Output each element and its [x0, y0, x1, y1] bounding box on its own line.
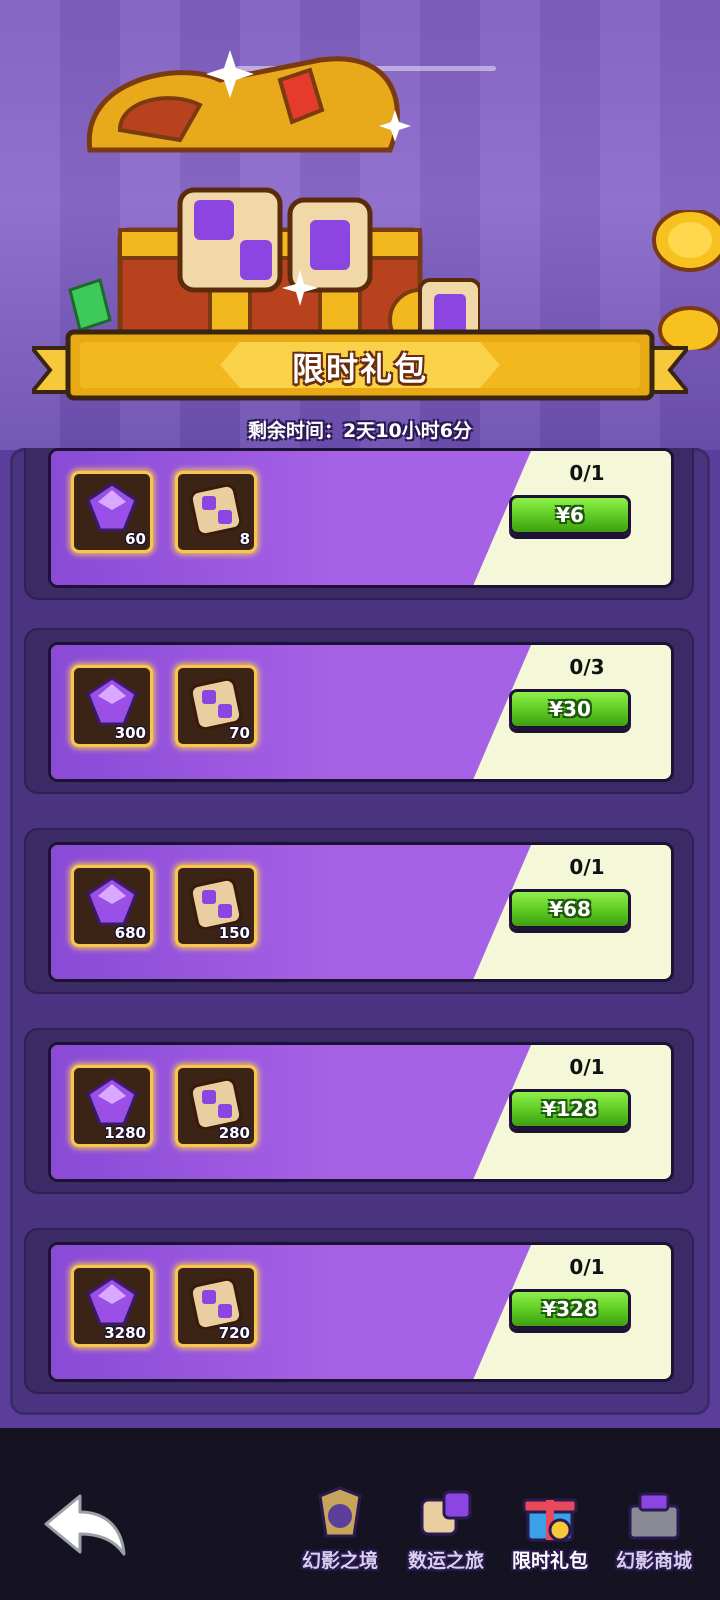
nav-phantom-shop[interactable]: 幻影商城: [604, 1486, 704, 1586]
phantom-shop-icon: [628, 1492, 680, 1540]
buy-button[interactable]: ¥30: [509, 689, 631, 729]
pack-card: 1280 280 0/1 ¥128: [48, 1042, 674, 1182]
countdown-timer: 剩余时间：2天10小时6分: [248, 420, 472, 442]
pack-list[interactable]: 60 8 0/1 ¥6 300 70 0/3 ¥30 680 150 0/1 ¥…: [10, 448, 710, 1415]
dice-reward[interactable]: 8: [175, 471, 257, 553]
pack-row: 1280 280 0/1 ¥128: [24, 1028, 694, 1194]
back-arrow-icon[interactable]: [40, 1490, 130, 1560]
dice-quantity: 70: [229, 724, 250, 742]
pack-card: 300 70 0/3 ¥30: [48, 642, 674, 782]
nav-label: 数运之旅: [407, 1550, 484, 1572]
gem-reward[interactable]: 1280: [71, 1065, 153, 1147]
pack-card: 680 150 0/1 ¥68: [48, 842, 674, 982]
purchase-limit: 0/3: [569, 655, 605, 679]
buy-button[interactable]: ¥6: [509, 495, 631, 535]
buy-button[interactable]: ¥128: [509, 1089, 631, 1129]
pack-row: 680 150 0/1 ¥68: [24, 828, 694, 994]
purchase-limit: 0/1: [569, 855, 605, 879]
gem-quantity: 3280: [104, 1324, 146, 1342]
gem-reward[interactable]: 680: [71, 865, 153, 947]
dice-reward[interactable]: 280: [175, 1065, 257, 1147]
dice-reward[interactable]: 150: [175, 865, 257, 947]
dice-reward[interactable]: 720: [175, 1265, 257, 1347]
purchase-limit: 0/1: [569, 1255, 605, 1279]
gem-reward[interactable]: 300: [71, 665, 153, 747]
gem-quantity: 680: [114, 924, 146, 942]
pack-card: 3280 720 0/1 ¥328: [48, 1242, 674, 1382]
dice-quantity: 720: [218, 1324, 250, 1342]
gem-quantity: 60: [125, 530, 146, 548]
gem-reward[interactable]: 60: [71, 471, 153, 553]
purple-gem-icon: [86, 676, 138, 726]
purchase-limit: 0/1: [569, 461, 605, 485]
dice-quantity: 280: [218, 1124, 250, 1142]
nav-dice-journey[interactable]: 数运之旅: [396, 1486, 496, 1586]
nav-label: 幻影之境: [301, 1550, 378, 1572]
nav-label: 限时礼包: [511, 1550, 588, 1572]
nav-label: 幻影商城: [615, 1550, 692, 1572]
pack-row: 300 70 0/3 ¥30: [24, 628, 694, 794]
page-title: 限时礼包: [291, 350, 428, 388]
buy-button[interactable]: ¥68: [509, 889, 631, 929]
pack-row: 3280 720 0/1 ¥328: [24, 1228, 694, 1394]
treasure-chest-icon: [68, 50, 480, 352]
dice-reward[interactable]: 70: [175, 665, 257, 747]
purple-gem-icon: [86, 482, 138, 532]
gift-box-icon: [522, 1498, 578, 1542]
nav-limited-pack[interactable]: 限时礼包: [500, 1486, 600, 1586]
mystery-dice-icon: [189, 483, 243, 537]
purple-gem-icon: [86, 1076, 138, 1126]
gem-quantity: 300: [114, 724, 146, 742]
dice-journey-icon: [420, 1490, 472, 1536]
pack-card: 60 8 0/1 ¥6: [48, 448, 674, 588]
phantom-realm-icon: [318, 1486, 362, 1538]
nav-phantom-realm[interactable]: 幻影之境: [290, 1486, 390, 1586]
dice-quantity: 8: [239, 530, 250, 548]
gem-quantity: 1280: [104, 1124, 146, 1142]
gem-reward[interactable]: 3280: [71, 1265, 153, 1347]
purchase-limit: 0/1: [569, 1055, 605, 1079]
dice-quantity: 150: [218, 924, 250, 942]
purple-gem-icon: [86, 876, 138, 926]
buy-button[interactable]: ¥328: [509, 1289, 631, 1329]
pack-row: 60 8 0/1 ¥6: [24, 448, 694, 600]
purple-gem-icon: [86, 1276, 138, 1326]
